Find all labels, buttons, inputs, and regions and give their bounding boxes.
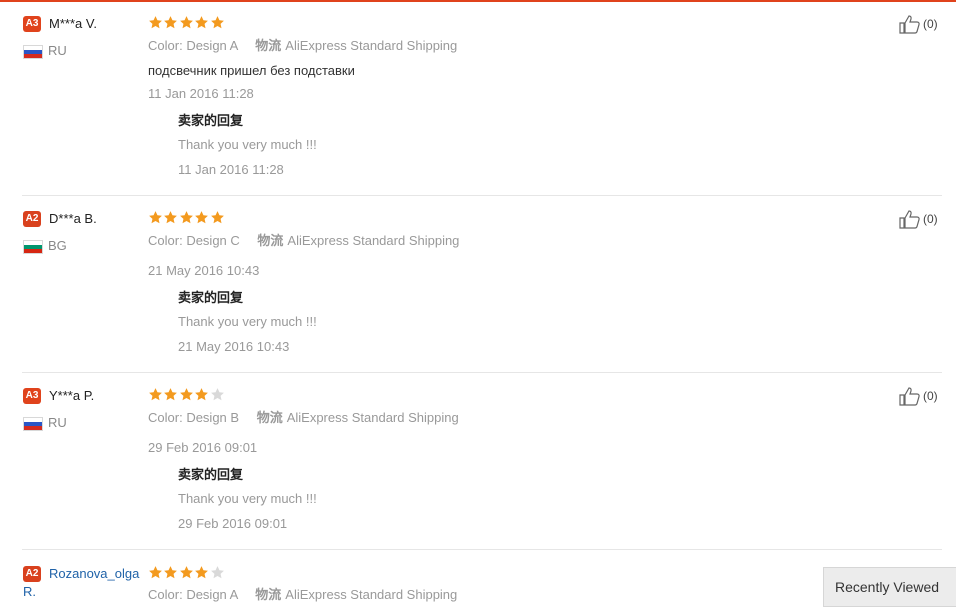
review-divider: [22, 372, 942, 373]
color-label: Color:: [148, 587, 183, 602]
star-filled-icon: [163, 210, 178, 225]
reviewer-name[interactable]: Rozanova_olga: [49, 566, 139, 581]
seller-reply-text: Thank you very much !!!: [178, 137, 317, 152]
shipping-value: AliExpress Standard Shipping: [287, 233, 460, 248]
russia-flag-icon: [24, 46, 42, 58]
shipping-value: AliExpress Standard Shipping: [285, 38, 458, 53]
color-label: Color:: [148, 38, 183, 53]
color-value: Design A: [186, 587, 238, 602]
seller-reply-date: 11 Jan 2016 11:28: [178, 162, 284, 177]
helpful-count: (0): [923, 17, 938, 31]
helpful-button[interactable]: (0): [899, 14, 938, 34]
shipping-label: 物流: [256, 410, 283, 425]
review-meta: Color: Design B 物流 AliExpress Standard Sh…: [148, 410, 459, 426]
color-value: Design C: [186, 233, 240, 248]
star-filled-icon: [210, 15, 225, 30]
seller-reply-date: 29 Feb 2016 09:01: [178, 516, 288, 531]
helpful-count: (0): [923, 389, 938, 403]
star-filled-icon: [148, 15, 163, 30]
review-divider: [22, 549, 942, 550]
bulgaria-flag-icon: [24, 241, 42, 253]
star-filled-icon: [148, 387, 163, 402]
color-value: Design A: [186, 38, 238, 53]
star-filled-icon: [194, 387, 209, 402]
star-filled-icon: [163, 387, 178, 402]
star-filled-icon: [179, 15, 194, 30]
star-filled-icon: [179, 387, 194, 402]
star-rating: [148, 387, 225, 403]
seller-reply-text: Thank you very much !!!: [178, 314, 317, 329]
star-filled-icon: [148, 210, 163, 225]
color-label: Color:: [148, 233, 183, 248]
thumbs-up-icon: [899, 15, 920, 34]
star-filled-icon: [194, 210, 209, 225]
shipping-value: AliExpress Standard Shipping: [286, 410, 459, 425]
review-date: 21 May 2016 10:43: [148, 263, 260, 278]
shipping-value: AliExpress Standard Shipping: [285, 587, 458, 602]
star-rating: [148, 565, 225, 581]
review-divider: [22, 195, 942, 196]
russia-flag-icon: [24, 418, 42, 430]
reviewer-name-line2[interactable]: R.: [23, 584, 36, 600]
star-filled-icon: [163, 15, 178, 30]
seller-reply-title: 卖家的回复: [178, 467, 244, 482]
star-filled-icon: [148, 565, 163, 580]
buyer-level-badge: A3: [23, 16, 41, 32]
star-empty-icon: [210, 565, 225, 580]
buyer-level-badge: A3: [23, 388, 41, 404]
star-empty-icon: [210, 387, 225, 402]
seller-reply-title: 卖家的回复: [178, 113, 244, 128]
helpful-button[interactable]: (0): [899, 386, 938, 406]
review-text: подсвечник пришел без подставки: [148, 63, 355, 78]
buyer-level-badge: A2: [23, 566, 41, 582]
color-value: Design B: [186, 410, 240, 425]
shipping-label: 物流: [255, 587, 282, 602]
helpful-count: (0): [923, 212, 938, 226]
review-date: 29 Feb 2016 09:01: [148, 440, 258, 455]
buyer-level-badge: A2: [23, 211, 41, 227]
thumbs-up-icon: [899, 210, 920, 229]
star-filled-icon: [163, 565, 178, 580]
reviewer-name-link[interactable]: Rozanova_olga R.: [23, 566, 139, 599]
shipping-label: 物流: [255, 38, 282, 53]
recently-viewed-button[interactable]: Recently Viewed: [823, 567, 956, 607]
star-filled-icon: [179, 565, 194, 580]
seller-reply-title: 卖家的回复: [178, 290, 244, 305]
review-meta: Color: Design A 物流 AliExpress Standard Sh…: [148, 38, 457, 54]
review-date: 11 Jan 2016 11:28: [148, 86, 254, 101]
star-rating: [148, 210, 225, 226]
reviewer-name: Y***a P.: [49, 388, 95, 403]
recently-viewed-label: Recently Viewed: [835, 579, 940, 595]
star-rating: [148, 15, 225, 31]
thumbs-up-icon: [899, 387, 920, 406]
top-accent-line: [0, 0, 956, 2]
reviewer-country: BG: [48, 238, 67, 253]
review-meta: Color: Design C 物流 AliExpress Standard Sh…: [148, 233, 459, 249]
color-label: Color:: [148, 410, 183, 425]
reviewer-name: M***a V.: [49, 16, 97, 31]
reviewer-name: D***a B.: [49, 211, 97, 226]
shipping-label: 物流: [257, 233, 284, 248]
reviewer-country: RU: [48, 43, 67, 58]
reviewer-country: RU: [48, 415, 67, 430]
star-filled-icon: [194, 565, 209, 580]
seller-reply-date: 21 May 2016 10:43: [178, 339, 290, 354]
helpful-button[interactable]: (0): [899, 209, 938, 229]
star-filled-icon: [210, 210, 225, 225]
star-filled-icon: [179, 210, 194, 225]
seller-reply-text: Thank you very much !!!: [178, 491, 317, 506]
star-filled-icon: [194, 15, 209, 30]
